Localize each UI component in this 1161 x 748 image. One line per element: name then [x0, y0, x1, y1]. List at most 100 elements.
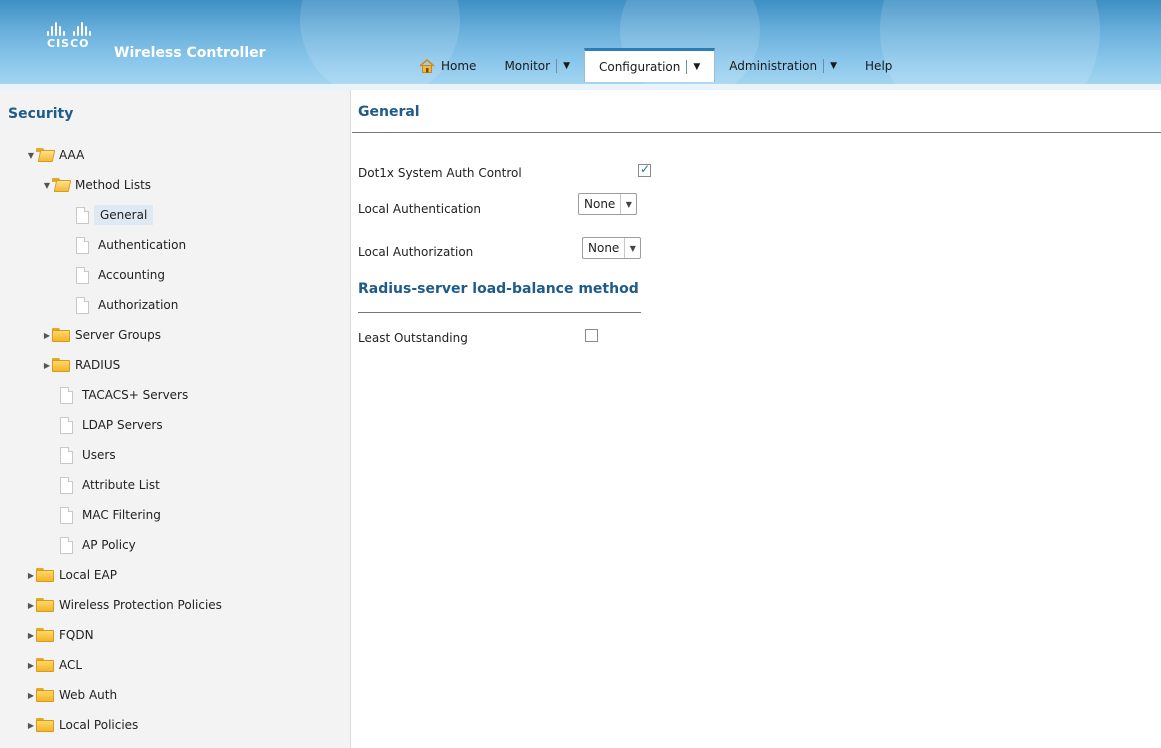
- nav-label: Administration: [729, 59, 818, 73]
- page-icon: [60, 476, 73, 494]
- dropdown-arrow-icon: ▼: [830, 61, 838, 71]
- sidebar-item-label: Web Auth: [59, 688, 118, 702]
- sidebar-item-label: TACACS+ Servers: [82, 388, 189, 402]
- sidebar-item-label: Server Groups: [75, 328, 161, 342]
- sidebar-item-label: Accounting: [98, 268, 166, 282]
- sidebar-item-label: Local Policies: [59, 718, 139, 732]
- sidebar-item-label: MAC Filtering: [82, 508, 161, 522]
- sidebar-item-label: Authorization: [98, 298, 179, 312]
- expand-right-icon[interactable]: ▶: [26, 601, 36, 610]
- sidebar-item-attribute-list[interactable]: Attribute List: [60, 474, 160, 496]
- sidebar-item-server-groups[interactable]: ▶ Server Groups: [42, 324, 161, 346]
- page-icon: [60, 506, 73, 524]
- expand-right-icon[interactable]: ▶: [26, 631, 36, 640]
- sidebar-item-label: Method Lists: [75, 178, 152, 192]
- page-icon: [76, 266, 89, 284]
- sidebar-item-label: General: [94, 205, 154, 225]
- expand-right-icon[interactable]: ▶: [26, 691, 36, 700]
- page-icon: [76, 296, 89, 314]
- folder-open-icon: [36, 148, 56, 162]
- expand-right-icon[interactable]: ▶: [26, 721, 36, 730]
- sidebar-item-label: AP Policy: [82, 538, 136, 552]
- sidebar-item-general[interactable]: General: [76, 204, 154, 226]
- page-icon: [60, 386, 73, 404]
- nav-help[interactable]: Help: [851, 50, 906, 82]
- nav-separator: [556, 59, 558, 73]
- expand-down-icon[interactable]: ▼: [26, 151, 36, 160]
- nav-monitor[interactable]: Monitor ▼: [490, 50, 584, 82]
- local-authorization-value: None: [588, 241, 620, 255]
- folder-icon: [36, 598, 54, 612]
- app-title: Wireless Controller: [114, 45, 266, 61]
- sidebar-item-radius[interactable]: ▶ RADIUS: [42, 354, 120, 376]
- page-title: General: [358, 104, 420, 120]
- folder-icon: [52, 358, 70, 372]
- local-authentication-label: Local Authentication: [358, 202, 482, 216]
- folder-icon: [36, 718, 54, 732]
- expand-right-icon[interactable]: ▶: [42, 331, 52, 340]
- sidebar-item-label: Users: [82, 448, 116, 462]
- least-outstanding-label: Least Outstanding: [358, 331, 468, 345]
- folder-icon: [52, 328, 70, 342]
- sidebar-item-mac-filtering[interactable]: MAC Filtering: [60, 504, 161, 526]
- nav-label: Help: [865, 59, 893, 73]
- sidebar-item-users[interactable]: Users: [60, 444, 116, 466]
- page-icon: [60, 416, 73, 434]
- sidebar-item-label: Local EAP: [59, 568, 117, 582]
- local-authentication-select[interactable]: None ▼: [578, 193, 638, 215]
- sidebar-item-local-eap[interactable]: ▶ Local EAP: [26, 564, 117, 586]
- folder-icon: [36, 628, 54, 642]
- sidebar: Security ▼ AAA ▼ Method Lists General Authent…: [0, 90, 351, 748]
- expand-right-icon[interactable]: ▶: [26, 571, 36, 580]
- sidebar-item-tacacs-servers[interactable]: TACACS+ Servers: [60, 384, 188, 406]
- home-icon: [419, 58, 435, 73]
- cisco-logo: CISCO: [47, 22, 107, 62]
- sidebar-item-label: ACL: [59, 658, 83, 672]
- local-authorization-select[interactable]: None ▼: [582, 237, 642, 259]
- dot1x-checkbox[interactable]: [638, 162, 651, 177]
- nav-label: Home: [441, 59, 477, 73]
- expand-down-icon[interactable]: ▼: [42, 181, 52, 190]
- sidebar-item-ldap-servers[interactable]: LDAP Servers: [60, 414, 163, 436]
- sidebar-item-label: AAA: [59, 148, 85, 162]
- radius-divider: [358, 312, 641, 313]
- page-icon: [76, 236, 89, 254]
- sidebar-item-label: Wireless Protection Policies: [59, 598, 222, 612]
- sidebar-item-fqdn[interactable]: ▶ FQDN: [26, 624, 94, 646]
- sidebar-item-authorization[interactable]: Authorization: [76, 294, 178, 316]
- sidebar-item-wireless-protection-policies[interactable]: ▶ Wireless Protection Policies: [26, 594, 222, 616]
- expand-right-icon[interactable]: ▶: [26, 661, 36, 670]
- least-outstanding-checkbox[interactable]: [585, 329, 598, 342]
- expand-right-icon[interactable]: ▶: [42, 361, 52, 370]
- nav-administration[interactable]: Administration ▼: [715, 50, 851, 82]
- sidebar-item-aaa[interactable]: ▼ AAA: [26, 144, 84, 166]
- folder-icon: [36, 688, 54, 702]
- nav-home[interactable]: Home: [405, 50, 490, 82]
- dropdown-arrow-icon: ▼: [563, 61, 570, 71]
- folder-icon: [36, 658, 54, 672]
- top-navigation: Home Monitor ▼ Configuration ▼ Administration…: [405, 48, 906, 82]
- radius-section-title: Radius-server load-balance method: [358, 281, 639, 297]
- nav-separator: [686, 59, 688, 74]
- nav-separator: [823, 59, 825, 73]
- sidebar-item-authentication[interactable]: Authentication: [76, 234, 186, 256]
- cisco-wordmark: CISCO: [47, 37, 90, 50]
- local-authentication-value: None: [584, 197, 616, 211]
- sidebar-item-web-auth[interactable]: ▶ Web Auth: [26, 684, 117, 706]
- sidebar-item-method-lists[interactable]: ▼ Method Lists: [42, 174, 151, 196]
- chevron-down-icon: ▼: [620, 194, 636, 214]
- sidebar-item-label: Authentication: [98, 238, 187, 252]
- sidebar-item-label: FQDN: [59, 628, 94, 642]
- local-authorization-label: Local Authorization: [358, 245, 474, 259]
- sidebar-item-ap-policy[interactable]: AP Policy: [60, 534, 136, 556]
- sidebar-item-local-policies[interactable]: ▶ Local Policies: [26, 714, 138, 736]
- sidebar-item-accounting[interactable]: Accounting: [76, 264, 165, 286]
- nav-configuration[interactable]: Configuration ▼: [583, 48, 716, 82]
- sidebar-item-acl[interactable]: ▶ ACL: [26, 654, 82, 676]
- nav-label: Monitor: [504, 59, 551, 73]
- folder-icon: [36, 568, 54, 582]
- dropdown-arrow-icon: ▼: [693, 61, 701, 72]
- chevron-down-icon: ▼: [624, 238, 640, 258]
- title-divider: [352, 132, 1161, 133]
- page-icon: [76, 206, 89, 224]
